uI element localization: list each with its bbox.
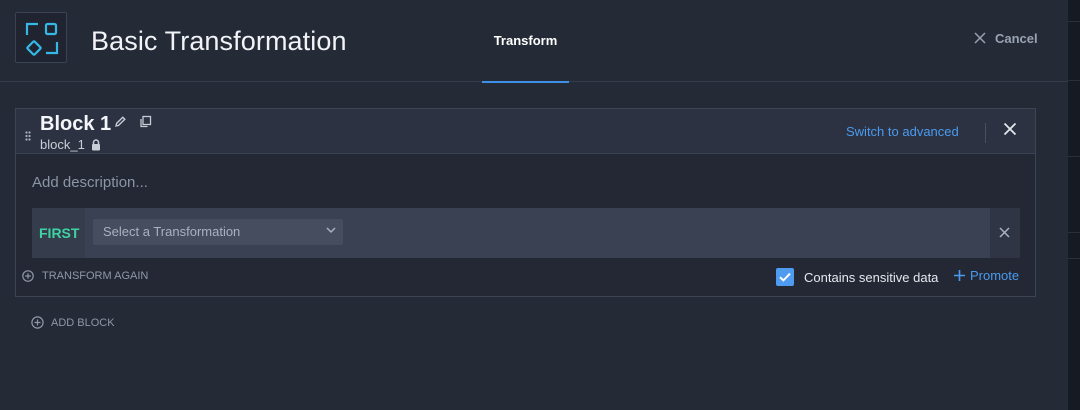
active-tab-indicator [482,81,569,83]
sensitive-data-checkbox[interactable]: Contains sensitive data [776,268,938,286]
switch-to-advanced-link[interactable]: Switch to advanced [846,124,959,139]
edit-pencil-icon[interactable] [114,115,127,133]
block-id: block_1 [40,137,101,152]
transform-logo-icon [15,12,67,63]
transformation-row: FIRST Select a Transformation [32,208,1020,258]
transformation-panel: Basic Transformation Transform Cancel Bl… [0,0,1068,410]
add-circle-icon [22,270,34,282]
panel-header: Basic Transformation Transform Cancel [0,0,1068,83]
sensitive-data-label: Contains sensitive data [804,269,939,285]
add-circle-icon [31,316,44,329]
checkmark-icon [779,272,791,282]
close-icon [1003,122,1017,136]
transform-block: Block 1 block_1 Switch to advanced Add d… [15,108,1036,297]
promote-button[interactable]: Promote [953,268,1019,283]
cancel-label: Cancel [995,30,1038,46]
row-order-label: FIRST [39,225,80,241]
background-window-edge [1068,0,1080,410]
checkbox-checked[interactable] [776,268,794,286]
drag-handle-icon[interactable] [25,128,31,146]
block-header: Block 1 block_1 Switch to advanced [16,109,1035,154]
block-title: Block 1 [40,113,112,135]
row-order-cell: FIRST [32,208,85,258]
tab-transform-label: Transform [493,33,558,48]
transform-again-button[interactable]: TRANSFORM AGAIN [22,270,148,282]
description-input[interactable]: Add description... [32,174,148,191]
copy-icon[interactable] [139,115,152,133]
plus-icon [954,270,965,281]
transformation-select-placeholder: Select a Transformation [103,224,241,239]
close-block-button[interactable] [1003,122,1017,141]
close-icon [999,227,1010,238]
remove-row-button[interactable] [990,208,1020,258]
transformation-select[interactable]: Select a Transformation [93,219,343,245]
cancel-button[interactable]: Cancel [974,29,1038,47]
transform-again-label: TRANSFORM AGAIN [42,270,149,282]
add-block-button[interactable]: ADD BLOCK [31,316,115,329]
add-block-label: ADD BLOCK [51,316,115,329]
header-divider [985,123,986,143]
tab-transform[interactable]: Transform [482,0,569,83]
close-icon [974,32,986,44]
chevron-down-icon [326,227,336,234]
block-id-text: block_1 [40,137,85,152]
lock-icon [91,138,100,150]
promote-label: Promote [970,268,1020,283]
page-title: Basic Transformation [91,26,347,56]
